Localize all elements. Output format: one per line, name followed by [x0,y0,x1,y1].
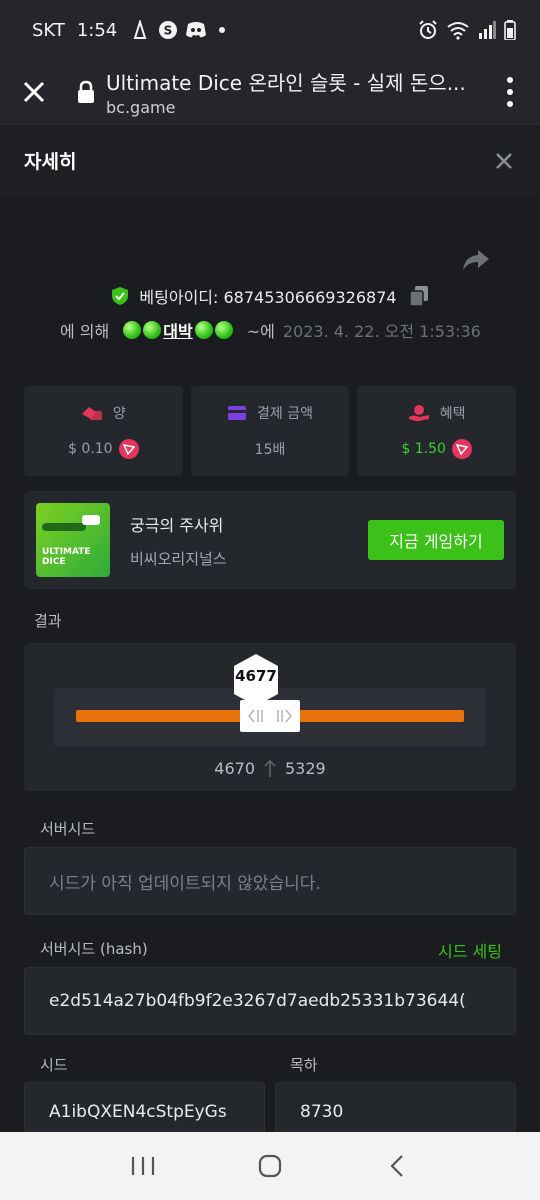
home-icon [258,1154,282,1178]
trx-coin-icon [118,439,139,459]
stat-label: 결제 금액 [257,406,313,422]
lock-icon [78,80,94,103]
bet-stats: 양 $ 0.10 결제 금액 15배 혜택 $ 1.50 [24,386,517,476]
bet-byline: 에 의해 대박 ~에 2023. 4. 22. 오전 1:53:36 [60,318,481,342]
more-notifications-dot [219,27,226,33]
server-seed-field[interactable]: 시드가 아직 업데이트되지 않았습니다. [24,847,516,915]
game-name: 궁극의 주사위 [130,515,224,535]
range-values: 4670 5329 [24,759,516,778]
bet-details: 베팅아이디: 68745306669326874 에 의해 대박 ~에 2023… [0,196,540,1142]
stat-value-row: $ 0.10 [68,439,139,459]
bet-id: 베팅아이디: 68745306669326874 [139,288,397,307]
stat-label: 혜택 [439,406,466,422]
by-label: 에 의해 [60,322,110,341]
stat-value-row: $ 1.50 [401,439,472,459]
close-tab-button[interactable] [18,76,50,108]
close-icon [23,81,45,103]
arrow-up-icon [264,759,276,777]
stat-card-profit: 혜택 $ 1.50 [357,386,517,476]
menu-dot [507,89,513,95]
seed-settings-link[interactable]: 시드 세팅 [438,938,502,962]
stat-label: 양 [112,406,126,422]
close-modal-icon[interactable] [492,149,516,173]
game-info: 궁극의 주사위 비씨오리지널스 [130,512,368,569]
wifi-icon [447,22,469,40]
page-title: Ultimate Dice 온라인 슬롯 - 실제 돈으... [106,71,466,95]
thumb-badge-graphic [82,515,100,525]
server-seed-hash-field[interactable]: e2d514a27b04fb9f2e3267d7aedb25331b73644( [24,967,516,1035]
battery-icon [504,20,516,40]
modal-header: 자세히 [0,124,540,196]
carrier-label: SKT [32,19,65,41]
menu-dot [507,77,513,83]
bet-timestamp: 2023. 4. 22. 오전 1:53:36 [282,322,481,341]
s-app-icon: S [157,19,179,41]
game-provider: 비씨오리지널스 [130,549,227,568]
stat-label-row: 결제 금액 [227,403,313,423]
ball-icon [143,321,162,339]
system-nav-bar [0,1132,540,1200]
bet-icon [81,407,102,420]
bet-id-row: 베팅아이디: 68745306669326874 [0,284,540,308]
alarm-icon [419,20,437,39]
result-panel: 4677 4670 5329 [24,643,516,791]
trx-coin-icon [451,439,472,459]
range-low: 4670 [214,759,255,778]
username: 대박 [163,322,193,341]
browser-toolbar: Ultimate Dice 온라인 슬롯 - 실제 돈으... bc.game [0,60,540,124]
ball-icon [194,321,213,339]
recent-apps-button[interactable] [123,1146,163,1186]
recent-apps-icon [132,1157,155,1175]
username-link[interactable]: 대박 [123,318,233,342]
card-icon [228,406,247,420]
stat-value-row: 15배 [255,439,286,459]
screen: SKT 1:54 S Ultimate Dice 온라인 슬롯 - 실제 돈으.… [0,0,540,1200]
client-seed-label: 시드 [40,1056,68,1074]
ball-icon [123,321,142,339]
thumb-slider-graphic [42,523,86,531]
stat-card-payout: 결제 금액 15배 [190,386,350,476]
server-seed-hash-label: 서버시드 (hash) [40,940,148,958]
system-icons [418,20,516,40]
signal-icon [479,21,496,39]
shield-check-icon [112,287,129,305]
server-seed-label: 서버시드 [40,820,96,838]
play-now-button[interactable]: 지금 게임하기 [368,520,504,560]
game-card: ULTIMATE DICE 궁극의 주사위 비씨오리지널스 지금 게임하기 [24,491,516,589]
ball-icon [214,321,233,339]
result-label: 결과 [34,612,62,630]
stat-value: $ 0.10 [68,441,113,457]
back-icon [390,1155,403,1177]
home-button[interactable] [250,1146,290,1186]
at-label: ~에 [246,322,275,341]
back-button[interactable] [377,1146,417,1186]
menu-dot [507,101,513,107]
overflow-menu-button[interactable] [498,77,522,107]
modal-title: 자세히 [24,151,77,173]
nonce-label: 목하 [290,1056,318,1074]
status-bar: SKT 1:54 S [0,0,540,60]
profit-icon [408,405,429,421]
copy-icon[interactable] [408,285,429,307]
share-icon[interactable] [462,248,490,272]
thumb-title: ULTIMATE DICE [42,547,91,567]
stat-label-row: 혜택 [408,403,466,423]
address-area[interactable]: Ultimate Dice 온라인 슬롯 - 실제 돈으... bc.game [106,67,488,117]
notification-icon [129,19,151,41]
svg-text:S: S [164,24,173,38]
game-thumbnail[interactable]: ULTIMATE DICE [36,503,110,577]
page-url: bc.game [106,98,176,117]
drag-handle-icon [248,709,292,723]
range-high: 5329 [285,759,326,778]
clock: 1:54 [76,19,118,41]
stat-value: $ 1.50 [401,441,446,457]
result-value: 4677 [235,667,277,685]
discord-icon [185,19,207,41]
stat-label-row: 양 [81,403,126,423]
stat-value: 15배 [254,442,286,458]
stat-card-amount: 양 $ 0.10 [24,386,183,476]
